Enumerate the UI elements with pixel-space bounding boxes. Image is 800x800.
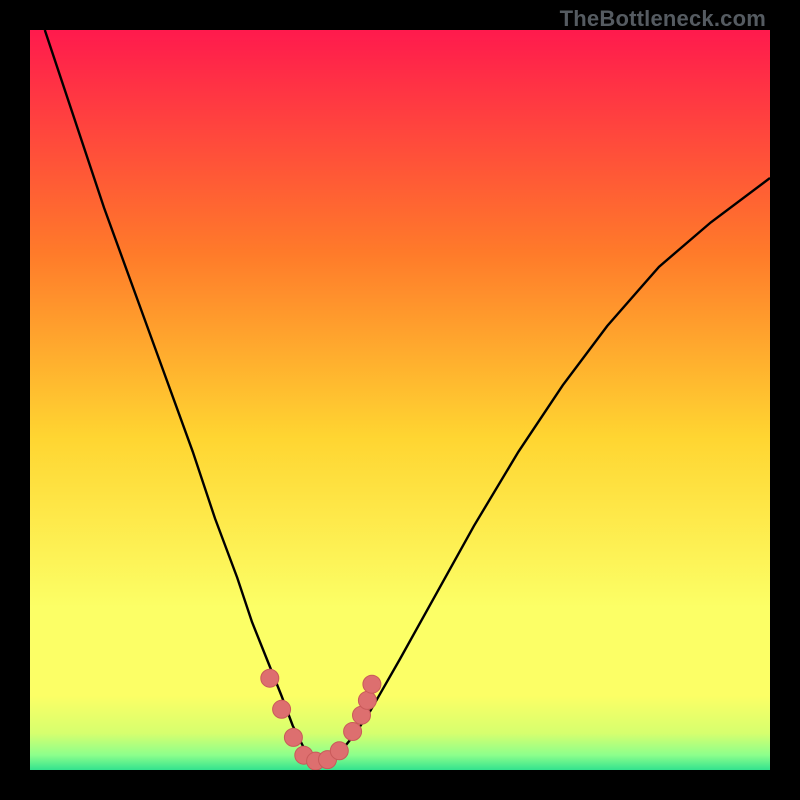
curve-marker bbox=[261, 669, 279, 687]
plot-area bbox=[30, 30, 770, 770]
curve-layer bbox=[30, 30, 770, 770]
curve-marker bbox=[330, 742, 348, 760]
curve-markers bbox=[261, 669, 381, 770]
curve-marker bbox=[284, 728, 302, 746]
curve-marker bbox=[363, 675, 381, 693]
bottleneck-curve bbox=[45, 30, 770, 763]
chart-frame: TheBottleneck.com bbox=[0, 0, 800, 800]
curve-marker bbox=[273, 700, 291, 718]
watermark-text: TheBottleneck.com bbox=[560, 6, 766, 32]
curve-marker bbox=[344, 723, 362, 741]
curve-marker bbox=[358, 691, 376, 709]
